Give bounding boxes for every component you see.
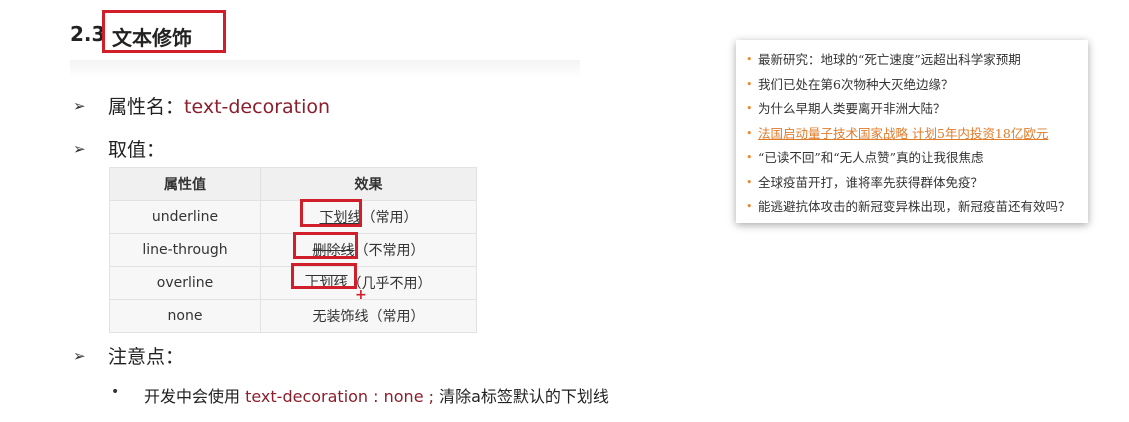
list-arrow-icon: ➢ xyxy=(73,347,86,365)
values-label: 取值： xyxy=(108,139,166,161)
news-item[interactable]: • “已读不回”和“无人点赞”真的让我很焦虑 xyxy=(746,146,1088,171)
table-row: none 无装饰线（常用） xyxy=(109,299,477,333)
news-link[interactable]: 为什么早期人类要离开非洲大陆？ xyxy=(758,101,946,116)
news-link[interactable]: 全球疫苗开打，谁将率先获得群体免疫？ xyxy=(758,175,983,190)
section-number: 2.3 xyxy=(70,22,106,46)
bullet-dot-icon: • xyxy=(746,175,753,189)
news-item[interactable]: • 全球疫苗开打，谁将率先获得群体免疫？ xyxy=(746,171,1088,196)
table-header-value: 属性值 xyxy=(109,167,261,201)
bullet-dot-icon: • xyxy=(746,200,753,213)
underline-highlight-box xyxy=(300,199,362,227)
property-name-value: text-decoration xyxy=(184,96,331,118)
news-list-panel: • 最新研究：地球的“死亡速度”远超出科学家预期 • 我们已处在第6次物种大灭绝边缘… xyxy=(736,40,1088,223)
news-link[interactable]: 最新研究：地球的“死亡速度”远超出科学家预期 xyxy=(758,52,1021,67)
table-cell-value: line-through xyxy=(109,233,261,267)
notes-label: 注意点： xyxy=(108,346,185,368)
news-item[interactable]: • 能逃避抗体攻击的新冠变异株出现，新冠疫苗还有效吗？ xyxy=(746,195,1088,220)
news-link[interactable]: “已读不回”和“无人点赞”真的让我很焦虑 xyxy=(758,150,984,165)
note-suffix: 清除a标签默认的下划线 xyxy=(434,387,609,406)
news-item[interactable]: • 最新研究：地球的“死亡速度”远超出科学家预期 xyxy=(746,48,1088,73)
effect-note: （不常用） xyxy=(354,243,425,259)
property-name-row: 属性名：text-decoration xyxy=(108,92,330,119)
list-arrow-icon: ➢ xyxy=(73,140,86,158)
bullet-dot-icon: • xyxy=(746,53,753,66)
note-text: 开发中会使用 text-decoration : none ; 清除a标签默认的… xyxy=(144,383,609,407)
table-header-effect: 效果 xyxy=(260,167,477,201)
table-row: underline 下划线（常用） xyxy=(109,200,477,234)
news-item[interactable]: • 为什么早期人类要离开非洲大陆？ xyxy=(746,97,1088,122)
table-cell-effect: 无装饰线（常用） xyxy=(260,299,477,333)
news-item[interactable]: • 我们已处在第6次物种大灭绝边缘？ xyxy=(746,73,1088,98)
table-cell-value: underline xyxy=(109,200,261,234)
bullet-dot-icon: • xyxy=(746,151,753,164)
news-link[interactable]: 法国启动量子技术国家战略 计划5年内投资18亿欧元 xyxy=(758,126,1048,141)
title-highlight-box xyxy=(102,10,226,53)
overline-highlight-box xyxy=(291,263,357,289)
property-name-label: 属性名： xyxy=(108,96,185,118)
table-cell-effect: 下划线（常用） xyxy=(260,200,477,234)
list-arrow-icon: ➢ xyxy=(73,97,86,115)
heading-shadow xyxy=(70,60,580,78)
effect-sample: 无装饰线 xyxy=(312,309,369,325)
news-link[interactable]: 我们已处在第6次物种大灭绝边缘？ xyxy=(758,77,953,92)
news-item-hovered[interactable]: • 法国启动量子技术国家战略 计划5年内投资18亿欧元 xyxy=(746,122,1088,147)
crosshair-cursor-icon: + xyxy=(355,287,367,303)
note-code: text-decoration : none ; xyxy=(245,387,435,406)
news-link[interactable]: 能逃避抗体攻击的新冠变异株出现，新冠疫苗还有效吗？ xyxy=(758,199,1071,214)
effect-note: （常用） xyxy=(361,210,418,226)
bullet-dot-icon: • xyxy=(746,102,753,115)
note-prefix: 开发中会使用 xyxy=(144,387,246,406)
bullet-dot-icon: • xyxy=(746,126,753,140)
linethrough-highlight-box xyxy=(293,232,358,259)
effect-note: （常用） xyxy=(368,309,425,325)
table-cell-value: overline xyxy=(109,266,261,300)
table-header-row: 属性值 效果 xyxy=(109,167,477,201)
table-cell-value: none xyxy=(109,299,261,333)
bullet-dot-icon: • xyxy=(746,77,753,91)
sub-bullet-icon: • xyxy=(111,384,120,400)
